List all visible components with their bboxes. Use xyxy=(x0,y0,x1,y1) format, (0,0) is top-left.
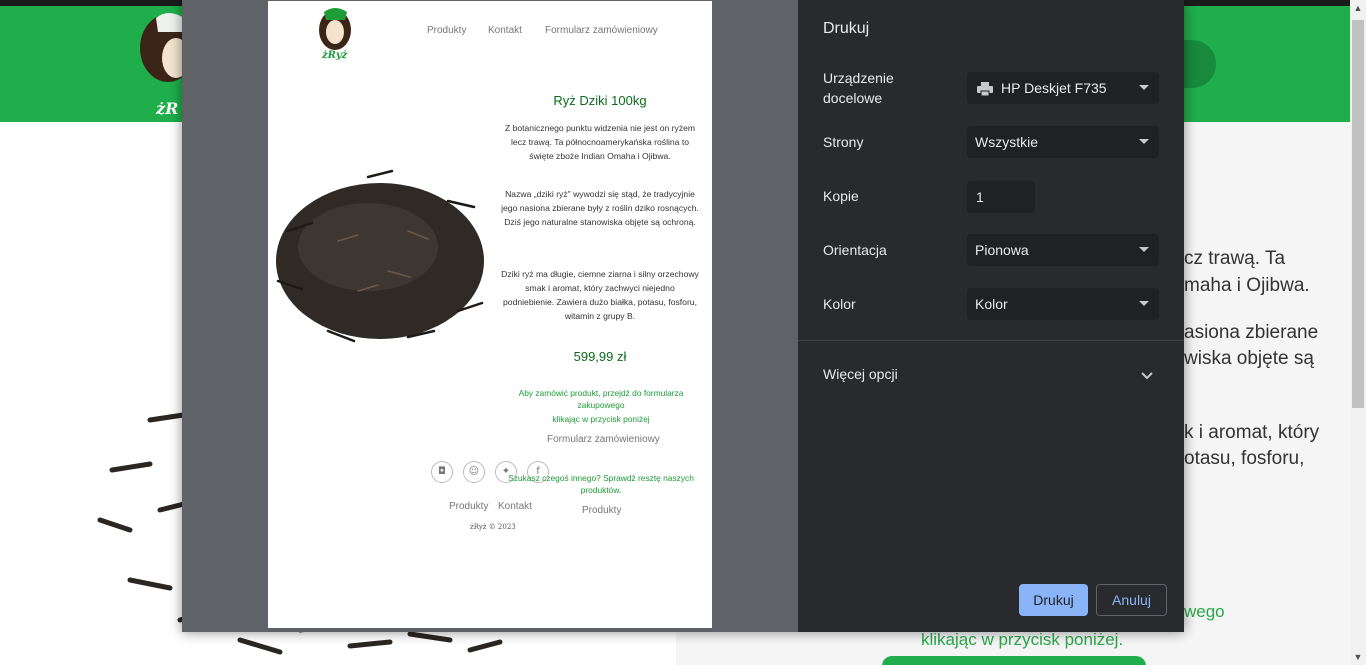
bg-description-line: otasu, fosforu, xyxy=(1184,448,1305,469)
preview-price: 599,99 zł xyxy=(573,349,627,364)
orientation-label: Orientacja xyxy=(823,242,887,258)
print-dialog: żRyż Produkty Kontakt Formularz zamówien… xyxy=(182,0,1184,632)
pages-select[interactable]: Wszystkie xyxy=(967,126,1159,158)
orientation-select[interactable]: Pionowa xyxy=(967,234,1159,266)
preview-nav-order-form: Formularz zamówieniowy xyxy=(545,25,658,36)
preview-order-form-link: Formularz zamówieniowy xyxy=(547,434,660,445)
scroll-down-arrow[interactable]: ▼ xyxy=(1350,649,1366,665)
print-preview-page: żRyż Produkty Kontakt Formularz zamówien… xyxy=(268,1,712,628)
destination-select[interactable]: HP Deskjet F735 xyxy=(967,72,1159,104)
pages-value: Wszystkie xyxy=(975,134,1038,150)
svg-text:żR: żR xyxy=(155,99,178,118)
bg-order-button[interactable] xyxy=(882,656,1146,665)
preview-product-title: Ryż Dziki 100kg xyxy=(553,93,647,108)
print-dialog-title: Drukuj xyxy=(823,20,870,37)
bg-description-line: wiska objęte są xyxy=(1184,348,1314,369)
copies-input[interactable]: 1 xyxy=(967,181,1035,213)
bg-order-info: wego xyxy=(1184,602,1225,621)
bg-description-line: k i aromat, który xyxy=(1184,422,1320,443)
preview-order-info: Aby zamówić produkt, przejdź do formular… xyxy=(518,388,684,410)
preview-footer-question: Szukasz czegoś innego? Sprawdź resztę na… xyxy=(508,473,694,495)
chevron-down-icon xyxy=(1139,301,1149,306)
cancel-button[interactable]: Anuluj xyxy=(1096,584,1167,616)
preview-order-info-2: klikając w przycisk poniżej xyxy=(552,414,650,424)
pages-label: Strony xyxy=(823,134,864,150)
preview-logo: żRyż xyxy=(319,8,351,60)
settings-divider xyxy=(798,340,1184,341)
preview-description-2: Nazwa „dziki ryż" wywodzi się stąd, że t… xyxy=(501,189,699,227)
more-options-toggle[interactable]: Więcej opcji xyxy=(823,366,898,382)
preview-footer-nav-contact: Kontakt xyxy=(498,501,532,512)
copies-label: Kopie xyxy=(823,188,859,204)
svg-text:żRyż: żRyż xyxy=(321,50,348,60)
snapchat-icon: ☺ xyxy=(463,461,485,483)
chevron-down-icon xyxy=(1139,247,1149,252)
expand-chevron-icon[interactable] xyxy=(1140,366,1154,386)
preview-footer-nav-products: Produkty xyxy=(449,501,489,512)
print-settings-panel: Drukuj Urządzenie docelowe HP Deskjet F7… xyxy=(798,0,1184,632)
preview-description-3: Dziki ryż ma długie, ciemne ziarna i sil… xyxy=(501,269,699,321)
color-value: Kolor xyxy=(975,296,1008,312)
print-preview-area: żRyż Produkty Kontakt Formularz zamówien… xyxy=(182,0,798,632)
instagram-icon: ◘ xyxy=(431,461,453,483)
scroll-up-arrow[interactable]: ▲ xyxy=(1350,0,1366,16)
preview-footer-products-link: Produkty xyxy=(582,505,622,516)
bg-description-line: asiona zbierane xyxy=(1184,322,1319,343)
destination-value: HP Deskjet F735 xyxy=(1001,80,1107,96)
bg-order-info: klikając w przycisk poniżej. xyxy=(921,630,1124,649)
preview-nav-contact: Kontakt xyxy=(488,25,522,36)
chevron-down-icon xyxy=(1139,85,1149,90)
color-label: Kolor xyxy=(823,296,856,312)
orientation-value: Pionowa xyxy=(975,242,1029,258)
preview-nav-products: Produkty xyxy=(427,25,467,36)
color-select[interactable]: Kolor xyxy=(967,288,1159,320)
chevron-down-icon xyxy=(1139,139,1149,144)
preview-copyright: żRyż © 2023 xyxy=(470,523,516,531)
printer-icon xyxy=(977,82,993,97)
destination-label: Urządzenie docelowe xyxy=(823,70,894,106)
bg-description-line: cz trawą. Ta xyxy=(1184,248,1286,269)
scrollbar-thumb[interactable] xyxy=(1352,20,1364,408)
preview-rice-image xyxy=(276,169,484,343)
preview-description-1: Z botanicznego punktu widzenia nie jest … xyxy=(504,123,696,161)
bg-description-line: maha i Ojibwa. xyxy=(1184,275,1310,296)
print-button[interactable]: Drukuj xyxy=(1019,584,1088,616)
